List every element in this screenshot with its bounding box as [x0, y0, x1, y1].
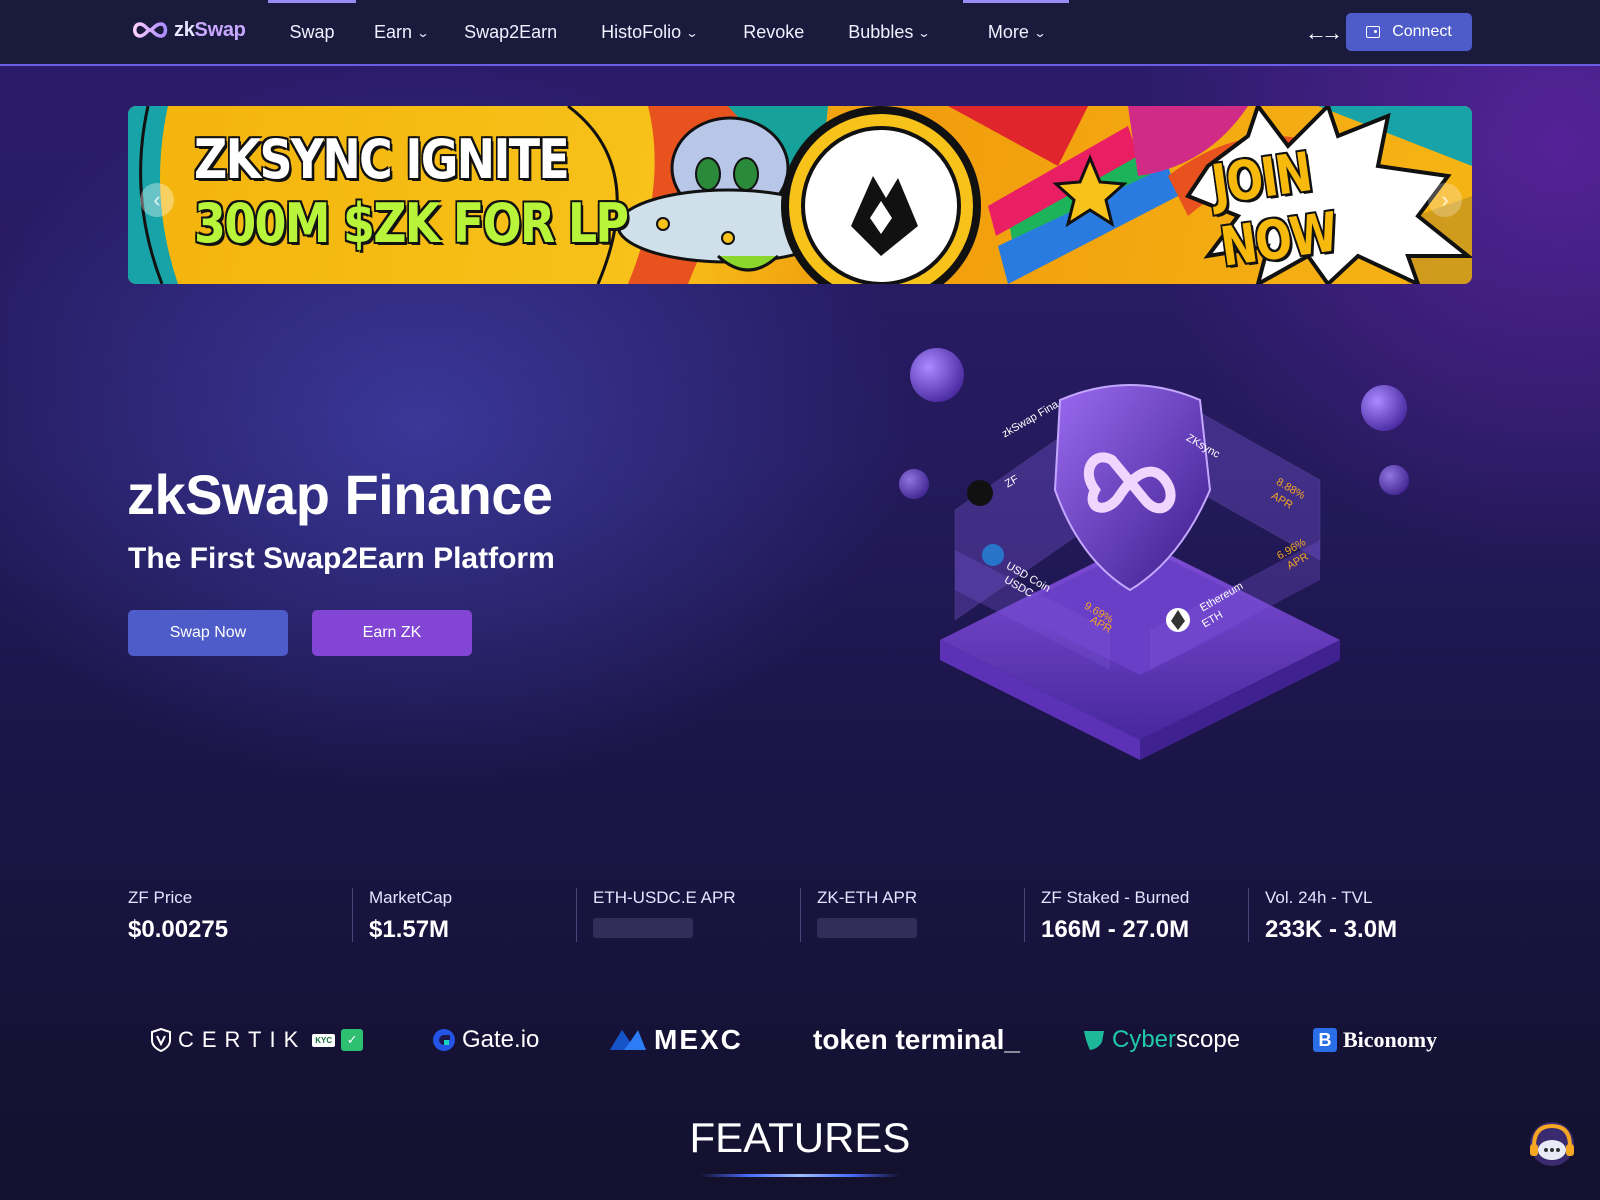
carousel-next-icon[interactable]: › — [1428, 183, 1462, 217]
stat-label: MarketCap — [369, 888, 453, 907]
stat-vol-tvl: Vol. 24h - TVL 233K - 3.0M — [1248, 888, 1472, 943]
partner-mexc[interactable]: MEXC — [608, 1020, 743, 1060]
connect-wallet-button[interactable]: Connect — [1346, 13, 1472, 51]
nav-item-swap2earn[interactable]: Swap2Earn — [464, 0, 557, 64]
stat-value: 166M - 27.0M — [1041, 916, 1190, 943]
partner-cyberscope[interactable]: Cyber scope — [1082, 1020, 1240, 1060]
gateio-text: Gate.io — [462, 1026, 540, 1053]
features-heading: FEATURES — [689, 1114, 911, 1161]
verified-check-icon: ✓ — [341, 1029, 364, 1051]
partner-certik[interactable]: CERTIK KYC ✓ — [150, 1020, 364, 1060]
nav-item-label: More — [987, 21, 1029, 42]
stat-label: ETH-USDC.E APR — [593, 888, 736, 907]
certik-text: CERTIK — [178, 1027, 307, 1052]
carousel-prev-icon[interactable]: ‹ — [140, 183, 174, 217]
banner-line-1: ZKSYNC IGNITE — [194, 128, 570, 191]
partner-logos: CERTIK KYC ✓ Gate.io MEXC token terminal… — [128, 1020, 1472, 1060]
gateio-logo-icon — [433, 1029, 455, 1051]
cyberscope-text-a: Cyber — [1112, 1026, 1177, 1053]
earn-zk-button[interactable]: Earn ZK — [312, 610, 472, 656]
nav-item-more[interactable]: More ⌄ — [963, 0, 1070, 64]
support-chat-icon[interactable] — [1526, 1118, 1578, 1170]
connect-label: Connect — [1392, 23, 1452, 40]
banner-headline: ZKSYNC IGNITE 300M $ZK FOR LP — [194, 128, 629, 256]
stat-label: ZK-ETH APR — [817, 888, 918, 907]
mexc-logo-icon — [610, 1030, 646, 1050]
stat-value: 233K - 3.0M — [1265, 916, 1398, 943]
hero-subtitle: The First Swap2Earn Platform — [128, 542, 555, 575]
chevron-down-icon: ⌄ — [917, 26, 931, 40]
partner-biconomy[interactable]: B Biconomy — [1313, 1020, 1437, 1060]
stat-label: Vol. 24h - TVL — [1265, 888, 1373, 907]
nav-item-histofolio[interactable]: HistoFolio ⌄ — [601, 0, 699, 64]
cyberscope-text-b: scope — [1176, 1026, 1241, 1053]
stat-value: $1.57M — [369, 916, 450, 943]
swap-now-button[interactable]: Swap Now — [128, 610, 288, 656]
token-terminal-text: token terminal_ — [813, 1024, 1020, 1055]
features-underline — [700, 1174, 900, 1177]
chevron-down-icon: ⌄ — [416, 26, 430, 40]
logo-text: zkSwap — [174, 18, 246, 41]
zkswap-logo[interactable]: zkSwap — [130, 18, 246, 42]
nav-item-label: Bubbles — [848, 21, 914, 42]
mexc-text: MEXC — [654, 1024, 743, 1055]
top-navbar: zkSwap Swap Earn ⌄ Swap2Earn HistoFolio ⌄ … — [0, 0, 1600, 66]
stat-label: ZF Staked - Burned — [1041, 888, 1190, 907]
certik-shield-icon — [151, 1028, 171, 1052]
nav-item-label: Earn — [374, 21, 413, 42]
stats-bar: ZF Price $0.00275 MarketCap $1.57M ETH-U… — [128, 888, 1472, 943]
nav-item-label: Revoke — [743, 21, 805, 42]
nav-item-label: HistoFolio — [601, 21, 682, 42]
chevron-down-icon: ⌄ — [1033, 26, 1047, 40]
biconomy-logo-icon: B — [1313, 1028, 1337, 1052]
nav-links: Swap Earn ⌄ Swap2Earn HistoFolio ⌄ Revoke … — [268, 0, 1070, 64]
nav-item-bubbles[interactable]: Bubbles ⌄ — [848, 0, 931, 64]
hero-title: zkSwap Finance — [127, 463, 553, 526]
promo-banner[interactable]: ZKSYNC IGNITE 300M $ZK FOR LP JOIN NOW — [128, 106, 1472, 284]
partner-gateio[interactable]: Gate.io — [432, 1020, 539, 1060]
certik-kyc-badge: KYC — [312, 1033, 336, 1047]
stat-staked-burned: ZF Staked - Burned 166M - 27.0M — [1024, 888, 1248, 943]
cyberscope-logo-icon — [1084, 1031, 1104, 1050]
stat-zk-eth-apr: ZK-ETH APR — [800, 888, 1024, 942]
nav-item-revoke[interactable]: Revoke — [743, 0, 804, 64]
nav-item-earn[interactable]: Earn ⌄ — [374, 0, 430, 64]
nav-item-label: Swap — [289, 21, 335, 42]
stat-zf-price: ZF Price $0.00275 — [128, 888, 352, 943]
stat-eth-usdc-apr: ETH-USDC.E APR — [576, 888, 800, 942]
nav-item-swap[interactable]: Swap — [268, 0, 356, 64]
infinity-logo-icon — [133, 22, 168, 38]
banner-line-2: 300M $ZK FOR LP — [194, 192, 629, 255]
loading-skeleton — [593, 918, 693, 938]
stat-value: $0.00275 — [128, 916, 229, 943]
stat-label: ZF Price — [128, 888, 193, 907]
chevron-down-icon: ⌄ — [685, 26, 699, 40]
network-switch-icon[interactable]: ←→ — [1305, 20, 1343, 46]
hero-illustration — [899, 348, 1409, 760]
partner-token-terminal[interactable]: token terminal_ — [813, 1020, 1020, 1060]
stat-marketcap: MarketCap $1.57M — [352, 888, 576, 943]
nav-item-label: Swap2Earn — [464, 21, 558, 42]
loading-skeleton — [817, 918, 917, 938]
biconomy-text: Biconomy — [1343, 1027, 1438, 1052]
wallet-icon — [1366, 26, 1381, 38]
